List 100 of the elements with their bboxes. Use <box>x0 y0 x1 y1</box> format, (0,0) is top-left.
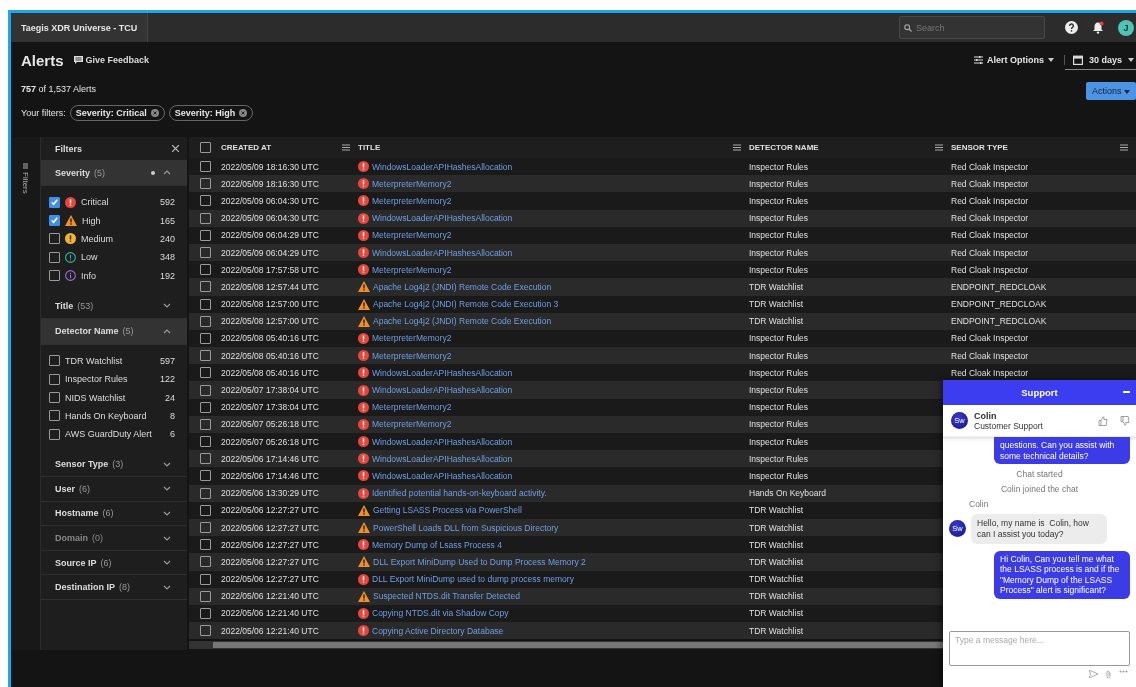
checkbox[interactable] <box>199 367 211 379</box>
column-menu-icon[interactable] <box>342 144 350 151</box>
alert-title-link[interactable]: WindowsLoaderAPIHashesAllocation <box>372 436 513 447</box>
checkbox[interactable] <box>199 522 211 534</box>
checkbox[interactable] <box>199 247 211 259</box>
column-menu-icon[interactable] <box>1120 144 1128 151</box>
column-header[interactable]: CREATED AT <box>221 143 272 152</box>
alert-title-link[interactable]: MeterpreterMemory2 <box>372 419 452 430</box>
thumbs-up-icon[interactable] <box>1098 415 1108 426</box>
feedback-link[interactable]: Give Feedback <box>73 55 150 65</box>
checkbox[interactable] <box>49 270 60 282</box>
alert-title-link[interactable]: MeterpreterMemory2 <box>372 178 452 189</box>
message-input[interactable]: Type a message here... <box>949 631 1130 666</box>
chevron-down-icon[interactable] <box>163 486 171 492</box>
checkbox[interactable] <box>199 607 211 619</box>
app-tab[interactable]: Taegis XDR Universe - TCU <box>11 13 149 42</box>
checkbox[interactable] <box>199 436 211 448</box>
alert-title-link[interactable]: Copying NTDS.dit via Shadow Copy <box>372 608 509 619</box>
filters-tab[interactable]: Filters <box>21 172 30 194</box>
checkbox[interactable] <box>199 470 211 482</box>
chevron-up-icon[interactable] <box>163 170 171 175</box>
checkbox[interactable] <box>199 161 211 173</box>
chevron-down-icon[interactable] <box>163 560 171 566</box>
alert-title-link[interactable]: WindowsLoaderAPIHashesAllocation <box>372 453 513 464</box>
actions-button[interactable]: Actions <box>1086 82 1136 100</box>
checkbox[interactable] <box>199 590 211 602</box>
checkbox[interactable] <box>199 350 211 362</box>
alert-title-link[interactable]: DLL Export MiniDump used to dump process memory <box>372 574 574 585</box>
checkbox[interactable] <box>199 418 211 430</box>
alert-title-link[interactable]: Suspected NTDS.dit Transfer Detected <box>373 591 520 602</box>
chevron-down-icon[interactable] <box>163 303 171 309</box>
checkbox[interactable] <box>49 373 60 385</box>
alert-title-link[interactable]: WindowsLoaderAPIHashesAllocation <box>372 213 513 224</box>
alert-title-link[interactable]: Apache Log4j2 (JNDI) Remote Code Execution <box>373 316 552 327</box>
checkbox[interactable] <box>49 233 60 245</box>
checkbox[interactable] <box>49 410 60 422</box>
checkbox[interactable] <box>199 229 211 241</box>
checkbox[interactable] <box>199 212 211 224</box>
chevron-down-icon[interactable] <box>163 584 171 590</box>
filter-section-header[interactable]: Destination IP (8) <box>41 575 187 601</box>
alert-title-link[interactable]: Apache Log4j2 (JNDI) Remote Code Execution <box>373 281 552 292</box>
filter-section-header[interactable]: Detector Name (5) <box>41 318 187 345</box>
filter-section-header[interactable]: Severity (5) <box>41 160 187 186</box>
checkbox[interactable] <box>49 196 60 208</box>
checkbox[interactable] <box>199 315 211 327</box>
alert-title-link[interactable]: WindowsLoaderAPIHashesAllocation <box>372 367 513 378</box>
checkbox[interactable] <box>49 215 60 227</box>
help-icon[interactable] <box>1065 21 1078 34</box>
checkbox[interactable] <box>199 332 211 344</box>
alert-title-link[interactable]: Identified potential hands-on-keyboard activity. <box>372 488 547 499</box>
search-field[interactable]: Search <box>899 16 1045 39</box>
checkbox[interactable] <box>49 355 60 367</box>
checkbox[interactable] <box>199 573 211 585</box>
column-menu-icon[interactable] <box>733 144 741 151</box>
alert-title-link[interactable]: WindowsLoaderAPIHashesAllocation <box>372 470 513 481</box>
checkbox[interactable] <box>199 453 211 465</box>
filter-section-header[interactable]: Sensor Type (3) <box>41 452 187 478</box>
alert-title-link[interactable]: MeterpreterMemory2 <box>372 230 452 241</box>
paperclip-icon[interactable] <box>1105 670 1112 679</box>
checkbox[interactable] <box>199 264 211 276</box>
alert-title-link[interactable]: DLL Export MiniDump Used to Dump Process Memory 2 <box>373 556 586 567</box>
alert-title-link[interactable]: Memory Dump of Lsass Process 4 <box>372 539 502 550</box>
checkbox[interactable] <box>49 251 60 263</box>
checkbox[interactable] <box>199 504 211 516</box>
alert-title-link[interactable]: MeterpreterMemory2 <box>372 350 452 361</box>
checkbox[interactable] <box>199 539 211 551</box>
alert-options-dropdown[interactable]: Alert Options <box>973 55 1065 65</box>
alert-title-link[interactable]: MeterpreterMemory2 <box>372 402 452 413</box>
close-icon[interactable] <box>172 145 179 152</box>
chevron-down-icon[interactable] <box>163 461 171 467</box>
alert-title-link[interactable]: PowerShell Loads DLL from Suspicious Directory <box>373 522 559 533</box>
alert-title-link[interactable]: WindowsLoaderAPIHashesAllocation <box>372 247 513 258</box>
chevron-up-icon[interactable] <box>163 328 171 334</box>
alert-title-link[interactable]: Copying Active Directory Database <box>372 625 504 636</box>
checkbox[interactable] <box>199 281 211 293</box>
user-avatar[interactable]: J <box>1118 19 1134 36</box>
checkbox[interactable] <box>49 392 60 403</box>
checkbox[interactable] <box>199 384 211 396</box>
checkbox[interactable] <box>199 178 211 190</box>
column-header[interactable]: SENSOR TYPE <box>951 143 1008 152</box>
remove-icon[interactable] <box>150 109 159 117</box>
column-header[interactable]: DETECTOR NAME <box>749 143 819 152</box>
more-icon[interactable] <box>1119 670 1128 673</box>
checkbox[interactable] <box>199 401 211 413</box>
column-header[interactable]: TITLE <box>358 143 381 152</box>
alert-title-link[interactable]: WindowsLoaderAPIHashesAllocation <box>372 385 513 396</box>
checkbox[interactable] <box>199 556 211 568</box>
chevron-down-icon[interactable] <box>163 511 171 516</box>
checkbox[interactable] <box>199 625 211 637</box>
bell-icon[interactable] <box>1092 21 1104 34</box>
checkbox[interactable] <box>49 428 60 440</box>
checkbox[interactable] <box>199 298 211 310</box>
alert-title-link[interactable]: WindowsLoaderAPIHashesAllocation <box>372 161 513 172</box>
checkbox[interactable] <box>199 487 211 499</box>
alert-title-link[interactable]: MeterpreterMemory2 <box>372 195 452 206</box>
alert-title-link[interactable]: Getting LSASS Process via PowerShell <box>373 505 522 516</box>
alert-title-link[interactable]: MeterpreterMemory2 <box>372 333 452 344</box>
remove-icon[interactable] <box>239 109 248 117</box>
checkbox[interactable] <box>199 142 211 153</box>
filter-section-header[interactable]: Hostname (6) <box>41 501 187 527</box>
